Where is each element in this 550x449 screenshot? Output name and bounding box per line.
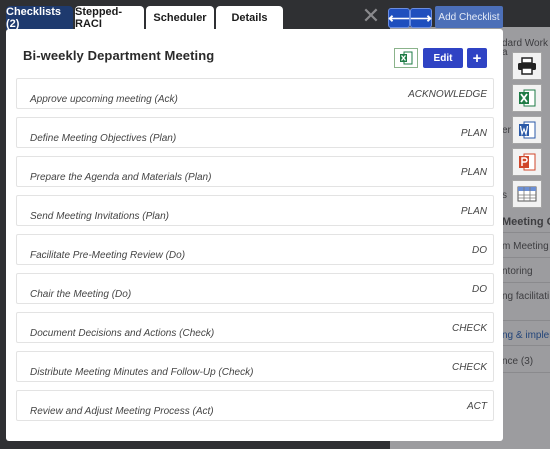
checklist-item-tag: PLAN — [460, 206, 487, 217]
checklist-item[interactable]: Document Decisions and Actions (Check) CH… — [16, 312, 494, 343]
checklist-item[interactable]: Chair the Meeting (Do) DO — [16, 273, 494, 304]
checklist-item-label: Send Meeting Invitations (Plan) — [30, 211, 169, 222]
checklist-item-label: Chair the Meeting (Do) — [30, 289, 132, 300]
checklist-item-label: Document Decisions and Actions (Check) — [30, 328, 215, 339]
background-text: Meeting G — [502, 216, 550, 228]
prev-arrow-button[interactable]: ⟵ — [388, 8, 410, 28]
checklist-item[interactable]: Prepare the Agenda and Materials (Plan) P… — [16, 156, 494, 187]
checklist-item[interactable]: Facilitate Pre-Meeting Review (Do) DO — [16, 234, 494, 265]
edit-button[interactable]: Edit — [423, 48, 463, 68]
checklist-item[interactable]: Define Meeting Objectives (Plan) PLAN — [16, 117, 494, 148]
checklist-item[interactable]: Send Meeting Invitations (Plan) PLAN — [16, 195, 494, 226]
background-text: er — [502, 125, 511, 136]
tab-details[interactable]: Details — [216, 6, 283, 30]
checklist-item[interactable]: Review and Adjust Meeting Process (Act) A… — [16, 390, 494, 421]
checklist-item-label: Define Meeting Objectives (Plan) — [30, 133, 177, 144]
checklist-title: Bi-weekly Department Meeting — [23, 48, 215, 63]
printer-icon[interactable] — [512, 52, 542, 80]
excel-icon — [400, 51, 413, 65]
checklist-item-label: Distribute Meeting Minutes and Follow-Up… — [30, 367, 254, 378]
checklist-modal: Bi-weekly Department Meeting Edit + Appr… — [6, 29, 503, 441]
tab-scheduler[interactable]: Scheduler — [146, 6, 214, 30]
export-excel-button[interactable] — [394, 48, 418, 68]
divider — [502, 257, 550, 258]
close-icon[interactable]: ✕ — [360, 5, 382, 27]
checklist-item-tag: PLAN — [460, 128, 487, 139]
table-icon[interactable] — [512, 180, 542, 208]
checklist-item-tag: CHECK — [451, 362, 487, 373]
checklist-item-tag: DO — [472, 245, 487, 256]
next-arrow-button[interactable]: ⟶ — [410, 8, 432, 28]
checklist-item-tag: PLAN — [460, 167, 487, 178]
excel-icon[interactable] — [512, 84, 542, 112]
divider — [502, 372, 550, 373]
checklist-item-tag: CHECK — [451, 323, 487, 334]
checklist-item-label: Approve upcoming meeting (Ack) — [30, 94, 178, 105]
powerpoint-icon[interactable] — [512, 148, 542, 176]
checklist-item-label: Review and Adjust Meeting Process (Act) — [30, 406, 214, 417]
background-text: m Meeting — [502, 241, 549, 252]
checklist-item-label: Prepare the Agenda and Materials (Plan) — [30, 172, 212, 183]
divider — [502, 282, 550, 283]
checklist-item-tag: ACT — [467, 401, 487, 412]
background-text: ntoring — [502, 266, 533, 277]
tab-checklists[interactable]: Checklists (2) — [6, 6, 73, 30]
checklist-item[interactable]: Distribute Meeting Minutes and Follow-Up… — [16, 351, 494, 382]
background-text: ng facilitati — [502, 291, 550, 302]
checklist-item-tag: ACKNOWLEDGE — [408, 89, 487, 100]
background-text: nce (3) — [502, 356, 534, 367]
background-text: ng & impler — [502, 330, 550, 341]
background-text: dard Work — [502, 38, 548, 49]
checklist-items: Approve upcoming meeting (Ack) ACKNOWLEDG… — [16, 78, 494, 429]
divider — [502, 345, 550, 346]
tab-stepped-raci[interactable]: Stepped-RACI — [75, 6, 144, 30]
add-checklist-button[interactable]: Add Checklist — [435, 6, 503, 28]
checklist-item-tag: DO — [472, 284, 487, 295]
checklist-item-label: Facilitate Pre-Meeting Review (Do) — [30, 250, 186, 261]
divider — [502, 232, 550, 233]
word-icon[interactable] — [512, 116, 542, 144]
divider — [502, 320, 550, 321]
add-item-button[interactable]: + — [467, 48, 487, 68]
checklist-item[interactable]: Approve upcoming meeting (Ack) ACKNOWLEDG… — [16, 78, 494, 109]
